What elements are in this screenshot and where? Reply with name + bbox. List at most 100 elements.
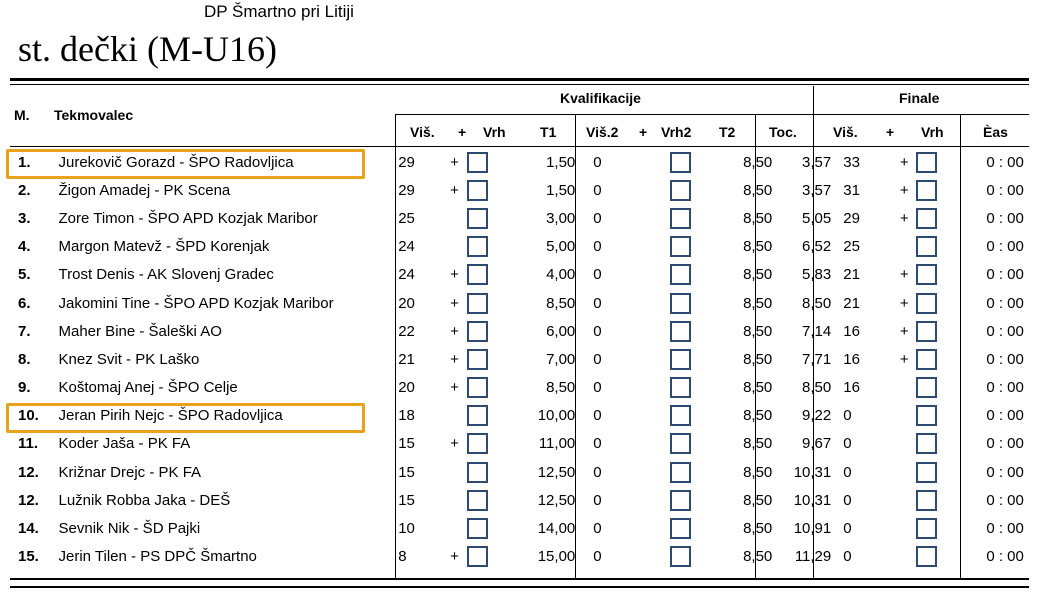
- top-checkbox[interactable]: [467, 264, 489, 286]
- time-cell: 0 : 00: [986, 238, 1024, 256]
- header-qualification: Kvalifikacije: [560, 90, 641, 106]
- final-top-checkbox[interactable]: [915, 179, 937, 201]
- plus-cell: +: [450, 548, 459, 566]
- final-top-checkbox[interactable]: [915, 461, 937, 483]
- top-checkbox[interactable]: [467, 377, 489, 399]
- time-cell: 0 : 00: [986, 209, 1024, 227]
- table-row: 12. Križnar Drejc - PK FA 15 12,50 0 8,50 10,3…: [10, 458, 1039, 486]
- header-rule-top: [10, 78, 1029, 81]
- final-top-checkbox-cell: [914, 148, 971, 176]
- height-cell: 20: [398, 379, 415, 397]
- top2-checkbox[interactable]: [669, 377, 691, 399]
- final-top-checkbox[interactable]: [915, 207, 937, 229]
- t2-cell: 8,50: [743, 463, 773, 481]
- final-top-checkbox-cell: [914, 317, 971, 345]
- final-top-checkbox[interactable]: [915, 348, 937, 370]
- height-cell: 15: [398, 463, 415, 481]
- top2-checkbox[interactable]: [669, 320, 691, 342]
- top-checkbox[interactable]: [467, 236, 489, 258]
- rank-cell: 11.: [18, 435, 39, 453]
- top-checkbox[interactable]: [467, 405, 489, 427]
- rank-cell: 15.: [18, 548, 39, 566]
- final-height-cell: 25: [843, 238, 860, 256]
- venue-title: DP Šmartno pri Litiji: [204, 2, 354, 21]
- height2-cell: 0: [593, 238, 602, 256]
- competitor-name: Lužnik Robba Jaka - DEŠ: [58, 491, 231, 509]
- final-top-checkbox[interactable]: [915, 320, 937, 342]
- header-vrh2: Vrh2: [661, 124, 692, 140]
- top2-checkbox[interactable]: [669, 546, 691, 568]
- top-checkbox[interactable]: [467, 518, 489, 540]
- plus-cell: +: [450, 153, 459, 171]
- competitor-name: Knez Svit - PK Laško: [58, 350, 200, 368]
- top-checkbox[interactable]: [467, 320, 489, 342]
- height-cell: 22: [398, 322, 415, 340]
- final-height-cell: 16: [843, 379, 860, 397]
- final-top-checkbox[interactable]: [915, 489, 937, 511]
- final-top-checkbox[interactable]: [915, 546, 937, 568]
- header-cas: Èas: [983, 124, 1008, 140]
- top-checkbox[interactable]: [467, 348, 489, 370]
- final-top-checkbox[interactable]: [915, 405, 937, 427]
- height-cell: 24: [398, 266, 415, 284]
- time-cell: 0 : 00: [986, 266, 1024, 284]
- final-top-checkbox[interactable]: [915, 236, 937, 258]
- top-checkbox[interactable]: [467, 433, 489, 455]
- top-checkbox[interactable]: [467, 207, 489, 229]
- header-vrh: Vrh: [483, 124, 506, 140]
- top2-checkbox-cell: [650, 514, 709, 542]
- height-cell: 15: [398, 491, 415, 509]
- rank-cell: 2.: [18, 181, 31, 199]
- time-cell: 0 : 00: [986, 350, 1024, 368]
- final-top-checkbox[interactable]: [915, 433, 937, 455]
- height-cell: 21: [398, 350, 415, 368]
- top-checkbox[interactable]: [467, 546, 489, 568]
- top2-checkbox[interactable]: [669, 236, 691, 258]
- t2-cell: 8,50: [743, 520, 773, 538]
- final-top-checkbox[interactable]: [915, 518, 937, 540]
- top2-checkbox[interactable]: [669, 264, 691, 286]
- points-cell: 9,22: [802, 407, 832, 425]
- top2-checkbox-cell: [650, 148, 709, 176]
- top2-checkbox[interactable]: [669, 461, 691, 483]
- final-height-cell: 31: [843, 181, 860, 199]
- top2-checkbox[interactable]: [669, 518, 691, 540]
- points-cell: 6,52: [802, 238, 832, 256]
- time-cell: 0 : 00: [986, 181, 1024, 199]
- time-cell: 0 : 00: [986, 322, 1024, 340]
- points-cell: 3,57: [802, 181, 832, 199]
- competitor-name: Križnar Drejc - PK FA: [58, 463, 202, 481]
- plus-cell: +: [450, 266, 459, 284]
- footer-rule: [10, 578, 1029, 580]
- table-row: 2. Žigon Amadej - PK Scena 29 +1,50 0 8,50 3,5…: [10, 176, 1039, 204]
- final-top-checkbox[interactable]: [915, 377, 937, 399]
- top2-checkbox[interactable]: [669, 348, 691, 370]
- height-cell: 18: [398, 407, 415, 425]
- top-checkbox[interactable]: [467, 179, 489, 201]
- final-top-checkbox[interactable]: [915, 292, 937, 314]
- top2-checkbox[interactable]: [669, 405, 691, 427]
- top2-checkbox[interactable]: [669, 489, 691, 511]
- top2-checkbox[interactable]: [669, 179, 691, 201]
- final-top-checkbox[interactable]: [915, 264, 937, 286]
- plus-cell: [444, 204, 465, 232]
- t2-cell: 8,50: [743, 181, 773, 199]
- top2-checkbox[interactable]: [669, 433, 691, 455]
- top2-checkbox-cell: [650, 176, 709, 204]
- top2-checkbox[interactable]: [669, 292, 691, 314]
- points-cell: 8,50: [802, 294, 832, 312]
- top-checkbox[interactable]: [467, 151, 489, 173]
- t1-cell: 6,00: [546, 322, 576, 340]
- t2-cell: 8,50: [743, 407, 773, 425]
- header-rank: M.: [14, 107, 30, 123]
- top-checkbox[interactable]: [467, 292, 489, 314]
- t1-cell: 12,50: [537, 463, 576, 481]
- header-t2: T2: [719, 124, 736, 140]
- top2-checkbox[interactable]: [669, 207, 691, 229]
- top-checkbox[interactable]: [467, 489, 489, 511]
- final-top-checkbox-cell: [914, 543, 971, 571]
- top2-checkbox-cell: [650, 261, 709, 289]
- top-checkbox[interactable]: [467, 461, 489, 483]
- final-top-checkbox[interactable]: [915, 151, 937, 173]
- top2-checkbox[interactable]: [669, 151, 691, 173]
